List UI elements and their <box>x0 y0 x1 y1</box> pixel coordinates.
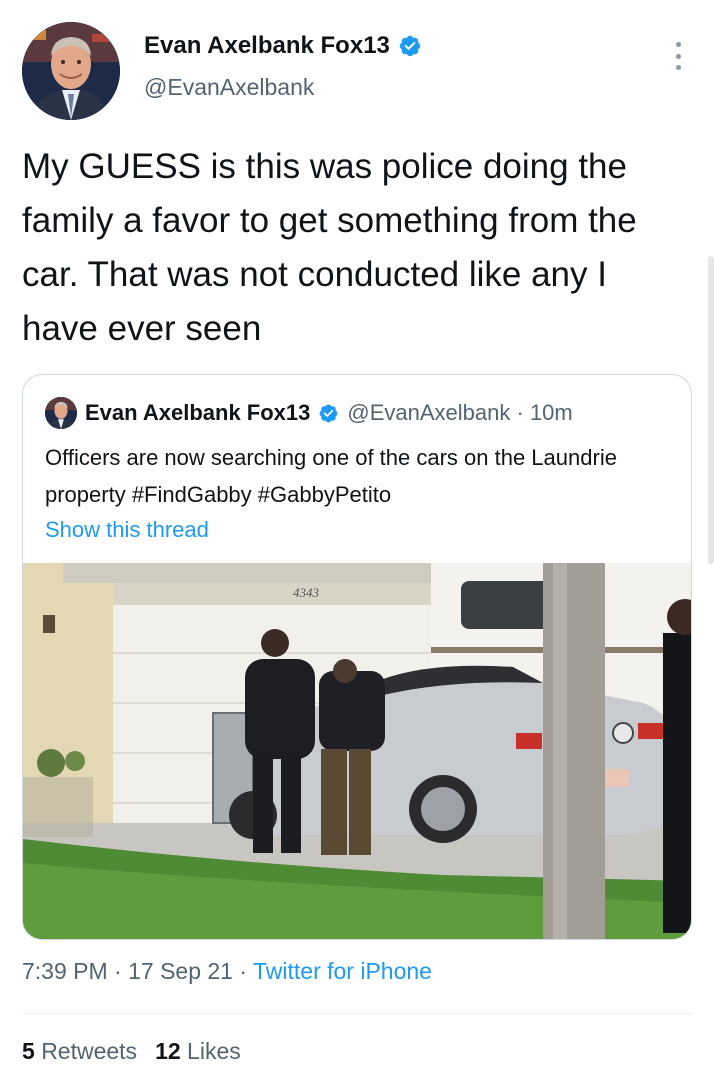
retweets-label: Retweets <box>41 1038 138 1064</box>
divider <box>22 1013 692 1014</box>
quoted-tweet-card[interactable]: Evan Axelbank Fox13 @EvanAxelbank · 10m … <box>22 374 692 940</box>
author-avatar[interactable] <box>22 22 120 120</box>
tweet-text: My GUESS is this was police doing the fa… <box>22 147 637 348</box>
show-thread-link[interactable]: Show this thread <box>45 517 209 543</box>
tweet-time-date[interactable]: 7:39 PM · 17 Sep 21 · <box>22 958 253 984</box>
quoted-tweet-photo[interactable]: 4343 <box>23 563 691 939</box>
tweet-header: Evan Axelbank Fox13 @EvanAxelbank <box>22 22 692 122</box>
more-vertical-icon[interactable] <box>668 38 688 74</box>
retweets-stat[interactable]: 5 Retweets <box>22 1038 137 1064</box>
verified-badge-icon <box>319 404 338 422</box>
quoted-author-avatar <box>45 397 77 429</box>
tweet-timestamp: 7:39 PM · 17 Sep 21 · Twitter for iPhone <box>22 958 432 985</box>
tweet-stats: 5 Retweets 12 Likes <box>22 1038 241 1065</box>
quoted-author-name: Evan Axelbank Fox13 <box>85 400 311 425</box>
likes-label: Likes <box>187 1038 241 1064</box>
likes-stat[interactable]: 12 Likes <box>155 1038 241 1064</box>
author-handle[interactable]: @EvanAxelbank <box>144 74 422 101</box>
likes-count: 12 <box>155 1038 181 1064</box>
verified-badge-icon <box>399 35 421 57</box>
retweets-count: 5 <box>22 1038 35 1064</box>
author-names: Evan Axelbank Fox13 @EvanAxelbank <box>144 32 422 101</box>
tweet-source-app[interactable]: Twitter for iPhone <box>253 958 432 984</box>
quoted-author-handle-time: @EvanAxelbank · 10m <box>347 400 573 425</box>
author-display-name[interactable]: Evan Axelbank Fox13 <box>144 32 422 60</box>
quoted-tweet-header: Evan Axelbank Fox13 @EvanAxelbank · 10m <box>45 397 573 429</box>
scrollbar[interactable] <box>708 256 714 564</box>
house-number: 4343 <box>293 585 320 600</box>
quoted-tweet-text: Officers are now searching one of the ca… <box>45 445 617 507</box>
